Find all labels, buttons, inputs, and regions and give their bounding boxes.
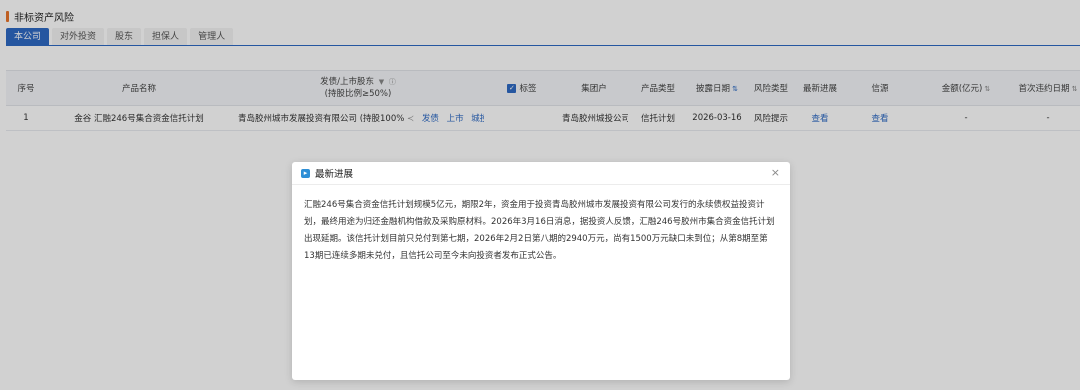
close-icon[interactable]: × <box>771 167 780 179</box>
modal-title: 最新进展 <box>315 169 354 180</box>
latest-progress-modal: ▸ 最新进展 × 汇融246号集合资金信托计划规模5亿元，期限2年，资金用于投资… <box>292 162 790 380</box>
modal-body-text: 汇融246号集合资金信托计划规模5亿元，期限2年，资金用于投资青岛胶州城市发展投… <box>304 200 775 261</box>
modal-header: ▸ 最新进展 <box>292 162 790 185</box>
page: 非标资产风险 本公司 对外投资 股东 担保人 管理人 序号 产品名称 发债/上市… <box>0 0 1080 390</box>
info-icon: ▸ <box>301 168 310 178</box>
